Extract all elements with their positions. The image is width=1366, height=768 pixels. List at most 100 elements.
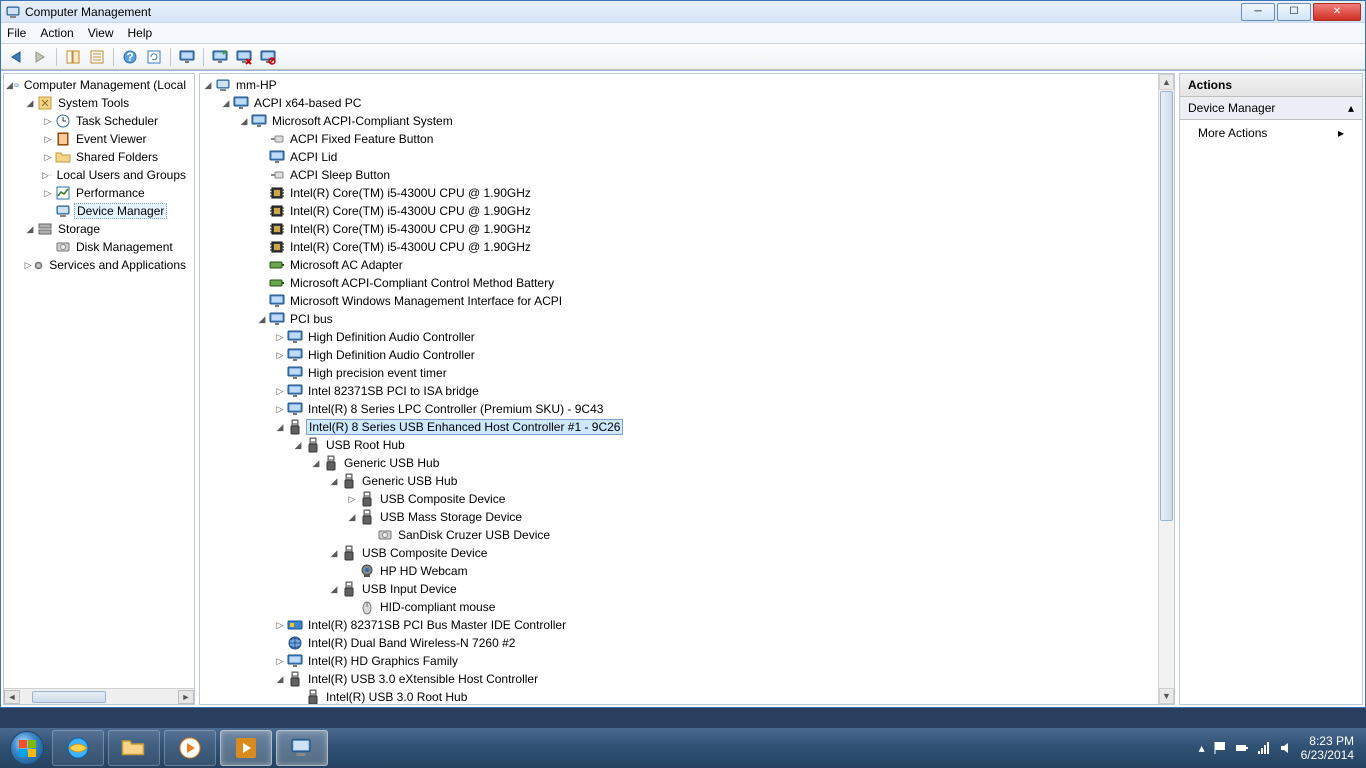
device-tree[interactable]: ◢mm-HP ◢ACPI x64-based PC ◢Microsoft ACP… — [200, 74, 1174, 704]
maximize-button[interactable]: ☐ — [1277, 3, 1311, 21]
expand-toggle[interactable]: ◢ — [6, 79, 13, 91]
device-item[interactable]: Generic USB Hub — [360, 474, 459, 488]
device-item[interactable]: USB Mass Storage Device — [378, 510, 524, 524]
taskbar-app-button[interactable] — [220, 730, 272, 766]
device-item[interactable]: Intel(R) USB 3.0 eXtensible Host Control… — [306, 672, 540, 686]
expand-toggle[interactable]: ▷ — [274, 619, 286, 631]
vertical-scrollbar[interactable]: ▲ ▼ — [1158, 74, 1174, 704]
flag-icon[interactable] — [1213, 741, 1227, 755]
device-item[interactable]: USB Root Hub — [324, 438, 407, 452]
taskbar-explorer-button[interactable] — [108, 730, 160, 766]
menu-action[interactable]: Action — [40, 26, 73, 40]
tree-item[interactable]: Services and Applications — [47, 258, 188, 272]
volume-icon[interactable] — [1279, 741, 1293, 755]
network-icon[interactable] — [1257, 741, 1271, 755]
close-button[interactable]: ✕ — [1313, 3, 1361, 21]
device-item[interactable]: HP HD Webcam — [378, 564, 470, 578]
scroll-right-button[interactable]: ► — [178, 690, 194, 704]
more-actions-item[interactable]: More Actions ▸ — [1180, 120, 1362, 146]
expand-toggle[interactable]: ▷ — [274, 655, 286, 667]
device-item[interactable]: ACPI Fixed Feature Button — [288, 132, 435, 146]
show-hide-tree-button[interactable] — [62, 46, 84, 68]
back-button[interactable] — [5, 46, 27, 68]
device-item[interactable]: Intel(R) Core(TM) i5-4300U CPU @ 1.90GHz — [288, 222, 533, 236]
properties-button[interactable] — [86, 46, 108, 68]
uninstall-button[interactable] — [233, 46, 255, 68]
clock[interactable]: 8:23 PM 6/23/2014 — [1301, 734, 1354, 762]
device-item[interactable]: High Definition Audio Controller — [306, 330, 477, 344]
expand-toggle[interactable]: ▷ — [274, 349, 286, 361]
device-item[interactable]: USB Input Device — [360, 582, 459, 596]
device-item[interactable]: ACPI x64-based PC — [252, 96, 363, 110]
expand-toggle[interactable]: ◢ — [292, 439, 304, 451]
menu-file[interactable]: File — [7, 26, 26, 40]
expand-toggle[interactable]: ▷ — [42, 115, 54, 127]
menu-help[interactable]: Help — [128, 26, 153, 40]
minimize-button[interactable]: ─ — [1241, 3, 1275, 21]
console-tree[interactable]: ◢Computer Management (Local ◢System Tool… — [4, 74, 194, 688]
device-item[interactable]: Microsoft AC Adapter — [288, 258, 405, 272]
taskbar-compmgmt-button[interactable] — [276, 730, 328, 766]
scroll-up-button[interactable]: ▲ — [1159, 74, 1174, 90]
device-item[interactable]: SanDisk Cruzer USB Device — [396, 528, 552, 542]
expand-toggle[interactable]: ▷ — [42, 169, 49, 181]
device-item[interactable]: PCI bus — [288, 312, 335, 326]
expand-toggle[interactable]: ◢ — [256, 313, 268, 325]
device-item[interactable]: Intel(R) HD Graphics Family — [306, 654, 460, 668]
device-item[interactable]: Intel(R) 82371SB PCI Bus Master IDE Cont… — [306, 618, 568, 632]
expand-toggle[interactable]: ▷ — [274, 385, 286, 397]
expand-toggle[interactable]: ▷ — [24, 259, 32, 271]
titlebar[interactable]: Computer Management ─ ☐ ✕ — [1, 1, 1365, 23]
device-item[interactable]: Intel(R) Core(TM) i5-4300U CPU @ 1.90GHz — [288, 240, 533, 254]
show-hidden-icon[interactable]: ▴ — [1199, 741, 1205, 755]
tree-item[interactable]: Shared Folders — [74, 150, 160, 164]
expand-toggle[interactable]: ◢ — [310, 457, 322, 469]
device-item[interactable]: Intel 82371SB PCI to ISA bridge — [306, 384, 481, 398]
scan-button[interactable] — [176, 46, 198, 68]
start-button[interactable] — [6, 730, 48, 766]
device-item[interactable]: HID-compliant mouse — [378, 600, 497, 614]
expand-toggle[interactable]: ▷ — [42, 151, 54, 163]
forward-button[interactable] — [29, 46, 51, 68]
device-item[interactable]: Intel(R) Dual Band Wireless-N 7260 #2 — [306, 636, 517, 650]
tree-item[interactable]: Task Scheduler — [74, 114, 160, 128]
device-item[interactable]: Microsoft ACPI-Compliant Control Method … — [288, 276, 556, 290]
device-item[interactable]: High Definition Audio Controller — [306, 348, 477, 362]
actions-section[interactable]: Device Manager ▴ — [1180, 97, 1362, 120]
expand-toggle[interactable]: ◢ — [328, 475, 340, 487]
device-item[interactable]: ACPI Sleep Button — [288, 168, 392, 182]
device-item[interactable]: Microsoft Windows Management Interface f… — [288, 294, 564, 308]
menu-view[interactable]: View — [88, 26, 114, 40]
device-item[interactable]: Intel(R) Core(TM) i5-4300U CPU @ 1.90GHz — [288, 186, 533, 200]
update-driver-button[interactable] — [209, 46, 231, 68]
horizontal-scrollbar[interactable]: ◄ ► — [4, 688, 194, 704]
expand-toggle[interactable]: ◢ — [274, 421, 286, 433]
expand-toggle[interactable]: ▷ — [42, 187, 54, 199]
scroll-down-button[interactable]: ▼ — [1159, 688, 1174, 704]
refresh-button[interactable] — [143, 46, 165, 68]
tree-item[interactable]: Event Viewer — [74, 132, 148, 146]
device-item[interactable]: ACPI Lid — [288, 150, 339, 164]
taskbar-ie-button[interactable] — [52, 730, 104, 766]
expand-toggle[interactable]: ◢ — [274, 673, 286, 685]
device-item[interactable]: Intel(R) USB 3.0 Root Hub — [324, 690, 469, 704]
device-item[interactable]: USB Composite Device — [360, 546, 489, 560]
expand-toggle[interactable]: ◢ — [202, 79, 214, 91]
disable-button[interactable] — [257, 46, 279, 68]
expand-toggle[interactable]: ◢ — [328, 583, 340, 595]
help-button[interactable]: ? — [119, 46, 141, 68]
expand-toggle[interactable]: ▷ — [274, 403, 286, 415]
device-item-selected[interactable]: Intel(R) 8 Series USB Enhanced Host Cont… — [306, 419, 623, 435]
tree-item[interactable]: Performance — [74, 186, 147, 200]
expand-toggle[interactable]: ◢ — [346, 511, 358, 523]
device-item[interactable]: Microsoft ACPI-Compliant System — [270, 114, 455, 128]
tree-item[interactable]: Disk Management — [74, 240, 175, 254]
device-item[interactable]: mm-HP — [234, 78, 279, 92]
tree-item[interactable]: Local Users and Groups — [55, 168, 188, 182]
expand-toggle[interactable]: ▷ — [346, 493, 358, 505]
expand-toggle[interactable]: ◢ — [220, 97, 232, 109]
device-item[interactable]: USB Composite Device — [378, 492, 507, 506]
tree-item[interactable]: System Tools — [56, 96, 131, 110]
system-tray[interactable]: ▴ 8:23 PM 6/23/2014 — [1199, 734, 1360, 762]
expand-toggle[interactable]: ◢ — [238, 115, 250, 127]
